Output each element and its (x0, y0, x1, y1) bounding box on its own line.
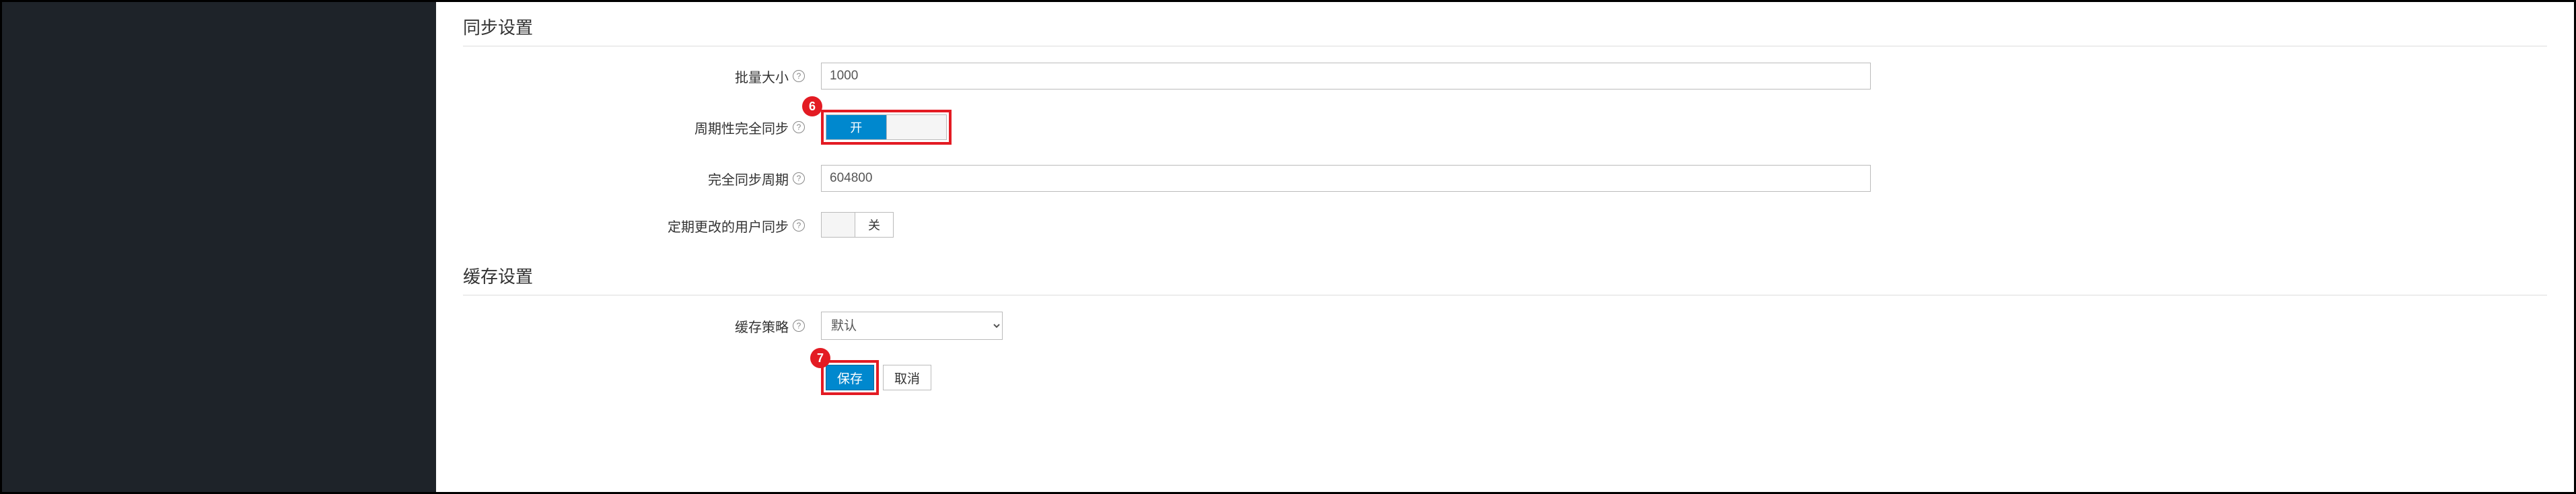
batch-size-input[interactable] (821, 63, 1871, 90)
help-icon[interactable]: ? (793, 219, 805, 232)
label-text: 批量大小 (735, 67, 789, 86)
highlight-box-7: 保存 (821, 360, 879, 395)
toggle-on-segment (822, 213, 855, 237)
toggle-off-segment (886, 115, 947, 139)
button-row: 7 保存 取消 (821, 360, 2547, 395)
label-batch-size: 批量大小 ? (463, 67, 813, 86)
toggle-on-text: 开 (826, 115, 886, 139)
sidebar (2, 2, 436, 492)
periodic-full-sync-toggle[interactable]: 开 (826, 114, 947, 140)
row-full-sync-period: 完全同步周期 ? (463, 165, 2547, 192)
label-changed-users-sync: 定期更改的用户同步 ? (463, 216, 813, 236)
row-cache-policy: 缓存策略 ? 默认 (463, 312, 2547, 340)
callout-marker-6: 6 (802, 96, 822, 116)
section-title-cache: 缓存设置 (463, 259, 2547, 295)
help-icon[interactable]: ? (793, 172, 805, 184)
callout-marker-7: 7 (810, 348, 830, 368)
label-text: 缓存策略 (735, 316, 789, 336)
main-panel: 同步设置 批量大小 ? 周期性完全同步 ? 6 开 (436, 2, 2574, 492)
full-sync-period-input[interactable] (821, 165, 1871, 192)
label-full-sync-period: 完全同步周期 ? (463, 169, 813, 188)
row-changed-users-sync: 定期更改的用户同步 ? 关 (463, 212, 2547, 239)
app-frame: 同步设置 批量大小 ? 周期性完全同步 ? 6 开 (0, 0, 2576, 494)
row-batch-size: 批量大小 ? (463, 63, 2547, 90)
section-title-sync: 同步设置 (463, 10, 2547, 46)
changed-users-sync-toggle[interactable]: 关 (821, 212, 894, 238)
cache-policy-select[interactable]: 默认 (821, 312, 1003, 340)
help-icon[interactable]: ? (793, 320, 805, 332)
help-icon[interactable]: ? (793, 70, 805, 82)
label-cache-policy: 缓存策略 ? (463, 316, 813, 336)
highlight-box-6: 开 (821, 110, 952, 145)
label-periodic-full-sync: 周期性完全同步 ? (463, 118, 813, 137)
save-button[interactable]: 保存 (826, 365, 874, 390)
label-text: 完全同步周期 (708, 169, 789, 188)
cancel-button[interactable]: 取消 (883, 365, 931, 390)
row-periodic-full-sync: 周期性完全同步 ? 6 开 (463, 110, 2547, 145)
label-text: 定期更改的用户同步 (668, 216, 789, 236)
label-text: 周期性完全同步 (694, 118, 789, 137)
toggle-off-text: 关 (855, 213, 893, 237)
help-icon[interactable]: ? (793, 121, 805, 133)
